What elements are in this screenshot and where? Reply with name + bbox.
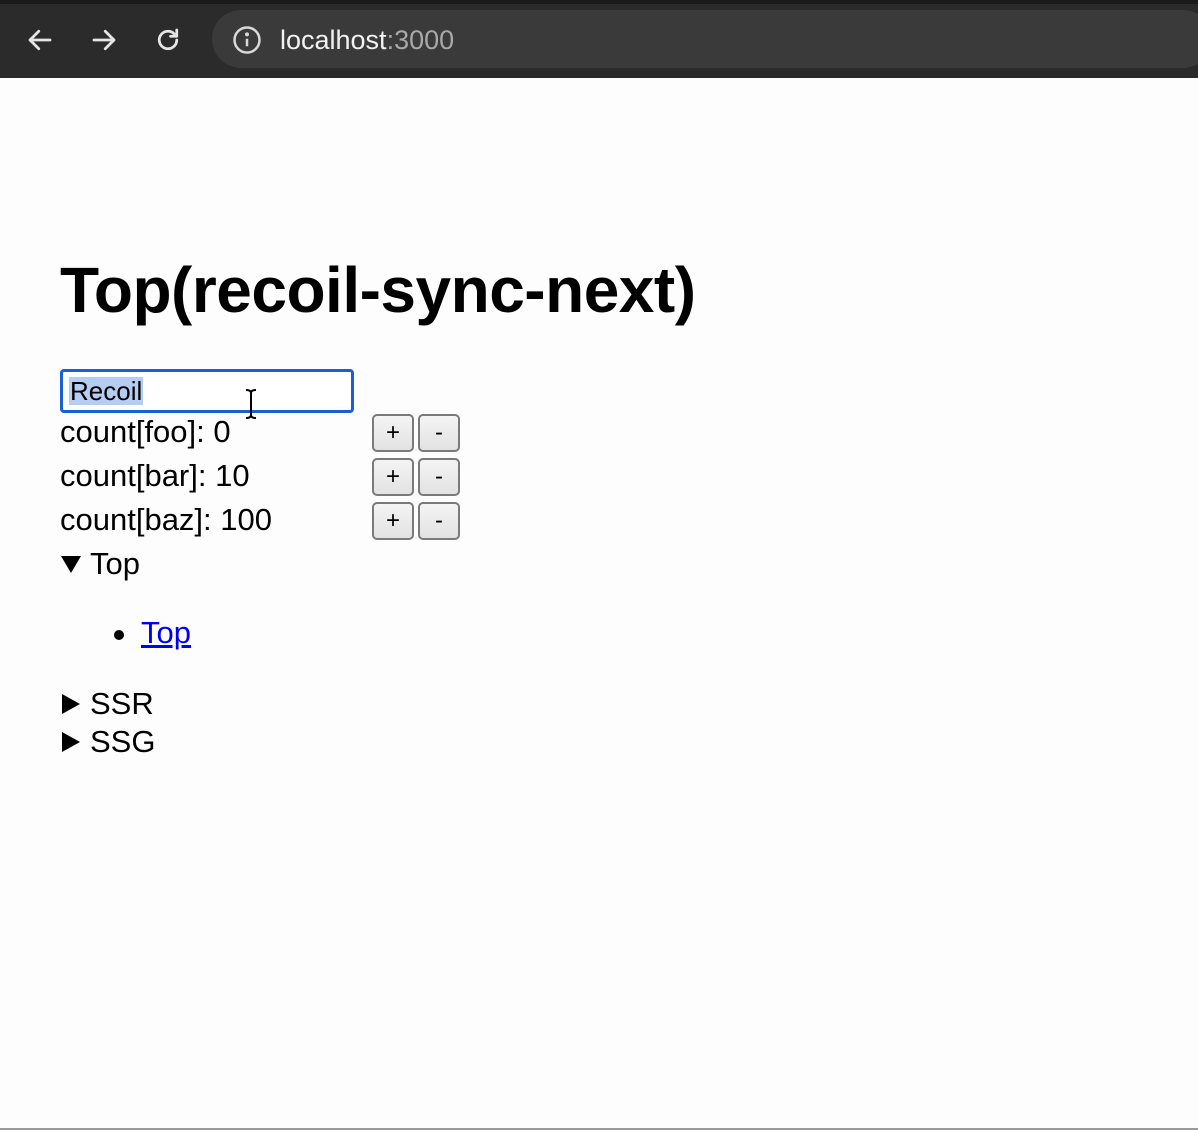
- url-text[interactable]: localhost:3000: [280, 23, 454, 57]
- triangle-right-icon: [62, 732, 80, 752]
- details-top-label: Top: [90, 546, 140, 581]
- reload-button[interactable]: [148, 20, 188, 60]
- details-ssr-summary[interactable]: SSR: [60, 686, 154, 722]
- input-selected-text: Recoil: [69, 376, 144, 406]
- foo-increment-button[interactable]: +: [372, 414, 414, 452]
- tab-strip-edge: [0, 0, 1198, 4]
- details-ssg-label: SSG: [90, 724, 156, 759]
- browser-toolbar: localhost:3000: [0, 0, 1198, 78]
- text-cursor-icon: [245, 389, 257, 419]
- name-input[interactable]: Recoil: [60, 369, 354, 413]
- bar-decrement-button[interactable]: -: [418, 458, 460, 496]
- counter-foo-label: count[foo]: 0: [60, 414, 231, 449]
- counter-bar-label: count[bar]: 10: [60, 458, 250, 493]
- arrow-left-icon: [28, 29, 52, 51]
- forward-button[interactable]: [84, 20, 124, 60]
- page-title: Top(recoil-sync-next): [60, 254, 696, 326]
- list-bullet: [114, 630, 124, 640]
- url-host: localhost: [280, 25, 387, 55]
- arrow-right-icon: [92, 29, 116, 51]
- details-ssr-label: SSR: [90, 686, 154, 721]
- counter-baz-label: count[baz]: 100: [60, 502, 272, 537]
- baz-decrement-button[interactable]: -: [418, 502, 460, 540]
- back-button[interactable]: [20, 20, 60, 60]
- info-icon[interactable]: [232, 25, 262, 55]
- triangle-right-icon: [62, 694, 80, 714]
- triangle-down-icon: [61, 556, 81, 573]
- foo-decrement-button[interactable]: -: [418, 414, 460, 452]
- top-link[interactable]: Top: [141, 615, 191, 651]
- details-ssg-summary[interactable]: SSG: [60, 724, 155, 760]
- baz-increment-button[interactable]: +: [372, 502, 414, 540]
- reload-icon: [157, 28, 179, 51]
- url-port: :3000: [386, 25, 455, 55]
- details-top-summary[interactable]: Top: [60, 546, 140, 582]
- bar-increment-button[interactable]: +: [372, 458, 414, 496]
